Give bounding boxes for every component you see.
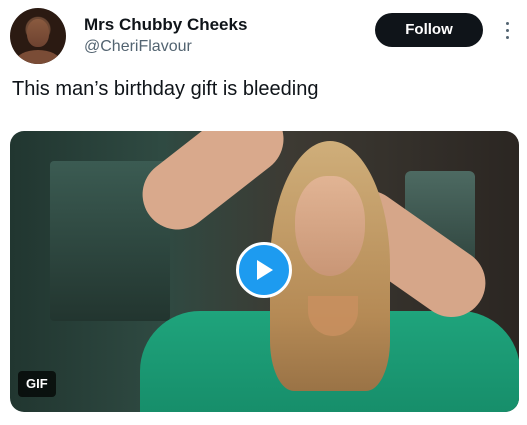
gif-media[interactable]: GIF [10,131,519,412]
user-handle[interactable]: @CheriFlavour [84,38,192,56]
more-options-icon[interactable] [499,15,515,45]
person-face [295,176,365,276]
gif-badge: GIF [18,371,56,397]
avatar-shoulders [16,50,60,64]
dot [505,21,509,25]
play-icon [257,260,273,280]
dot [505,35,509,39]
tweet-text: This man’s birthday gift is bleeding [12,78,319,100]
avatar[interactable] [10,8,66,64]
display-name[interactable]: Mrs Chubby Cheeks [84,15,247,35]
avatar-face [27,19,49,47]
follow-button[interactable]: Follow [375,13,483,47]
play-button[interactable] [236,242,292,298]
dot [505,28,509,32]
